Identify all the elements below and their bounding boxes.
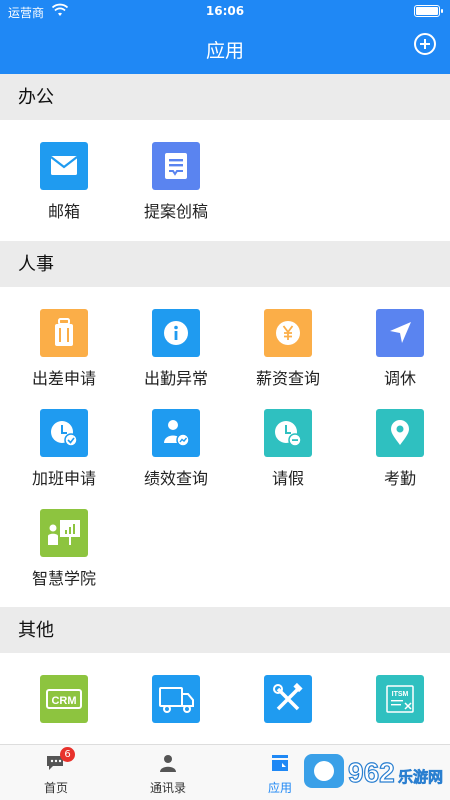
app-label: 绩效查询 — [143, 469, 208, 488]
tools-icon — [264, 675, 312, 723]
section-other-title: 其他 — [18, 620, 54, 641]
mail-icon — [40, 142, 88, 190]
luggage-icon — [40, 309, 88, 357]
section-hr-title: 人事 — [18, 254, 54, 275]
hr-app-grid: 出差申请 出勤异常 薪资查询 调休 加班申请 绩效查询 请假 考勤 智慧学院 — [0, 287, 450, 607]
add-plus-icon[interactable] — [414, 33, 436, 55]
office-app-grid: 邮箱 提案创稿 — [0, 120, 450, 241]
app-label: 出差申请 — [31, 369, 96, 388]
status-bar: 运营商 16:06 — [0, 0, 450, 24]
app-label: 加班申请 — [31, 469, 96, 488]
person-chart-icon — [152, 409, 200, 457]
other-app-grid: CRM ITSM — [0, 653, 450, 745]
tab-label: 通讯录 — [149, 781, 186, 795]
unread-badge: 6 — [60, 747, 75, 762]
apps-store-icon — [268, 751, 292, 775]
clock: 16:06 — [205, 4, 245, 18]
app-label: 请假 — [271, 469, 304, 488]
tab-contacts[interactable]: 通讯录 — [112, 745, 224, 800]
battery-icon — [414, 5, 443, 17]
watermark-site: 乐游网 — [398, 768, 443, 786]
itsm-icon: ITSM — [376, 675, 424, 723]
app-label: 智慧学院 — [31, 569, 96, 588]
section-office-title: 办公 — [18, 87, 54, 108]
location-pin-icon — [376, 409, 424, 457]
tab-label: 首页 — [43, 781, 68, 795]
clock-minus-icon — [264, 409, 312, 457]
crm-icon: CRM — [40, 675, 88, 723]
presentation-teacher-icon — [40, 509, 88, 557]
app-label: 出勤异常 — [143, 369, 208, 388]
itsm-icon-text: ITSM — [392, 691, 409, 698]
truck-icon — [152, 675, 200, 723]
crm-icon-text: CRM — [51, 695, 76, 707]
app-label: 邮箱 — [47, 202, 80, 221]
navigation-arrow-icon — [376, 309, 424, 357]
app-label: 调休 — [383, 369, 416, 388]
app-label: 提案创稿 — [143, 202, 208, 221]
tab-home[interactable]: 6 首页 — [0, 745, 112, 800]
watermark-number: 962 — [348, 757, 395, 788]
app-label: 考勤 — [383, 469, 416, 488]
yen-coin-icon — [264, 309, 312, 357]
app-header: 运营商 16:06 应用 — [0, 0, 450, 74]
page-title: 应用 — [205, 40, 244, 62]
watermark-logo: 962 乐游网 — [304, 752, 444, 792]
clock-check-icon — [40, 409, 88, 457]
info-icon — [152, 309, 200, 357]
app-label: 薪资查询 — [255, 369, 320, 388]
contacts-person-icon — [156, 751, 180, 775]
document-icon — [152, 142, 200, 190]
